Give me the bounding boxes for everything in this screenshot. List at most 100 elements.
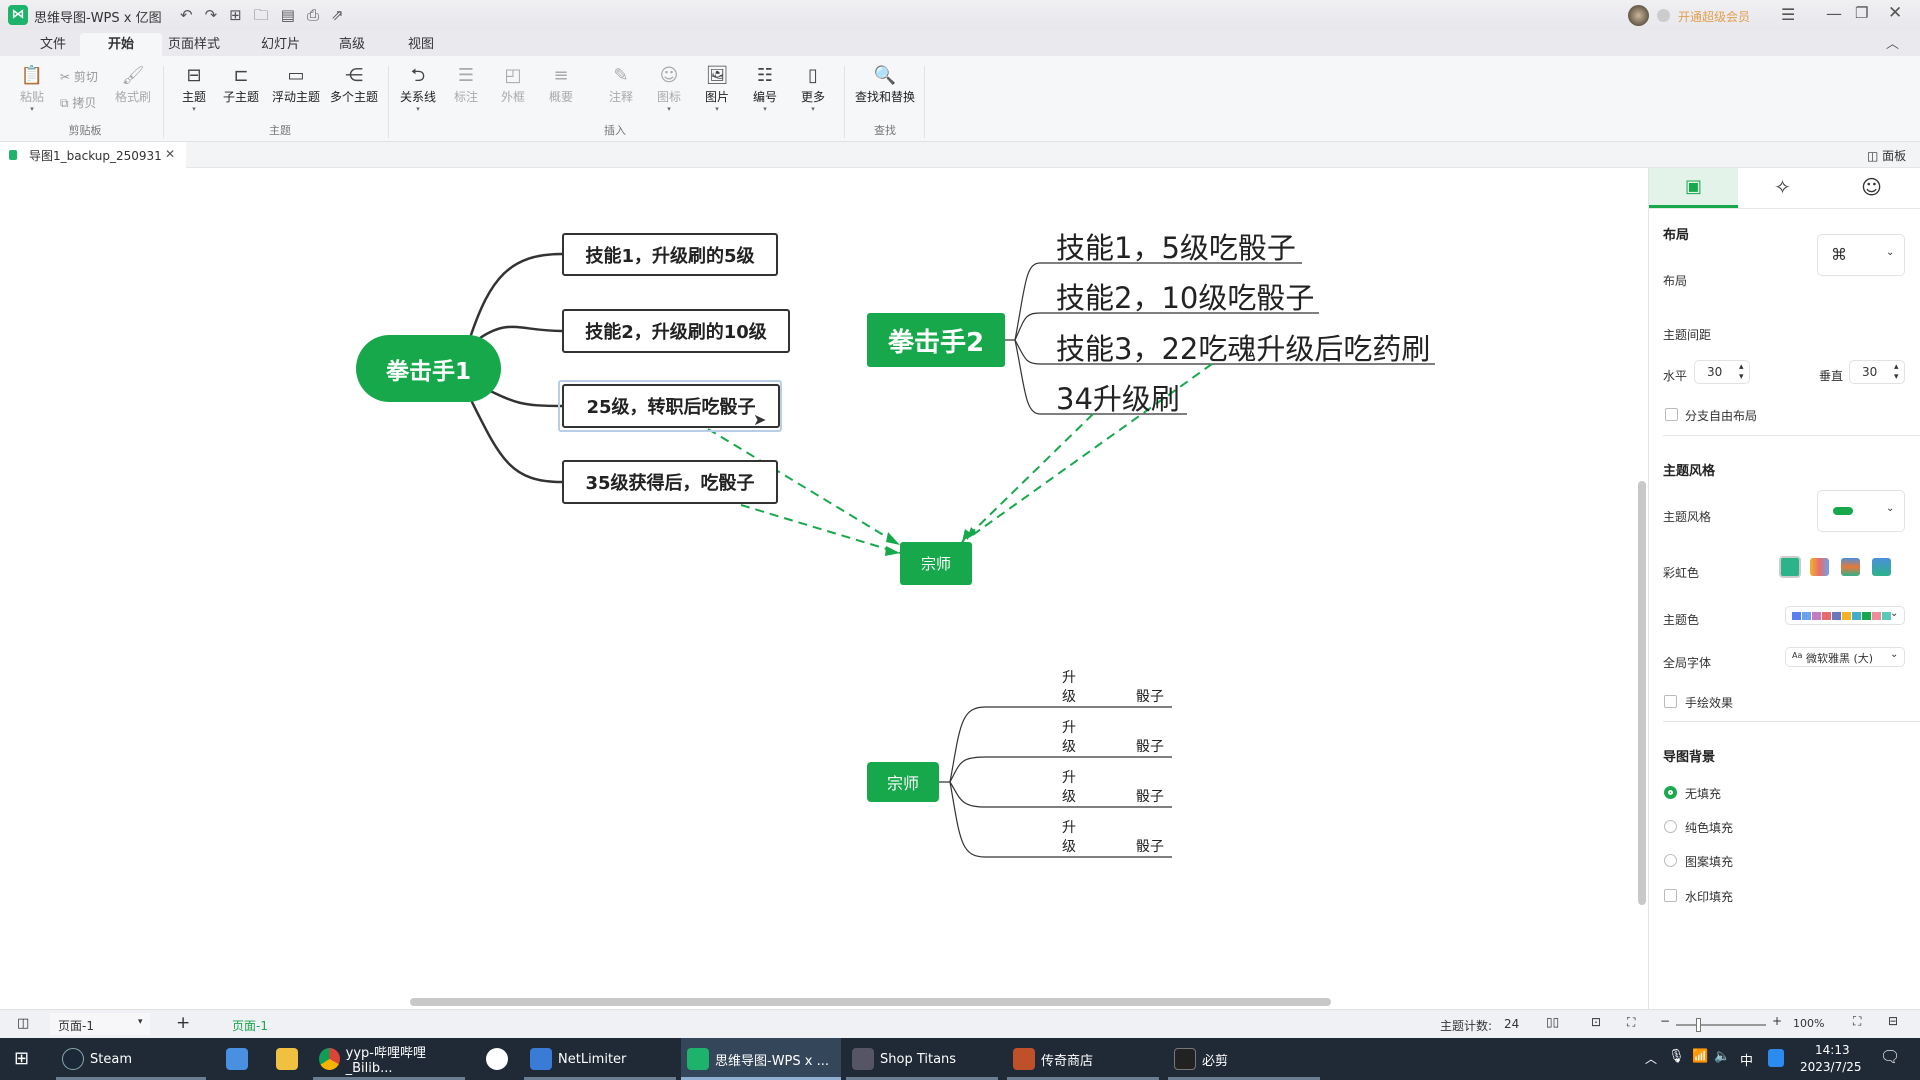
tab-file[interactable]: 文件	[26, 33, 80, 56]
avatar[interactable]	[1628, 5, 1649, 26]
tab-page-style[interactable]: 页面样式	[154, 33, 234, 56]
callout-button[interactable]: ☰ 标注	[443, 64, 489, 105]
microphone-icon[interactable]: 🎙	[1668, 1049, 1685, 1064]
leaf-char[interactable]: 级	[1062, 736, 1076, 756]
ime-indicator[interactable]: 中	[1740, 1050, 1753, 1069]
panel-layout-icon[interactable]: ⊟	[1888, 1014, 1898, 1028]
rainbow-option-1[interactable]	[1779, 556, 1801, 578]
book-icon[interactable]: ▯▯	[1546, 1015, 1559, 1029]
fit-width-icon[interactable]: ⛶	[1627, 1015, 1635, 1030]
new-icon[interactable]: ⊞	[229, 6, 254, 24]
clock-date[interactable]: 2023/7/25	[1800, 1060, 1862, 1074]
taskbar-bijian[interactable]: 必剪	[1168, 1038, 1320, 1080]
rainbow-option-3[interactable]	[1841, 558, 1860, 576]
leaf-char[interactable]: 升	[1062, 767, 1076, 787]
note-button[interactable]: ✎ 注释	[598, 64, 644, 105]
leaf-text[interactable]: 骰子	[1136, 836, 1164, 856]
zoom-out-icon[interactable]: −	[1660, 1014, 1670, 1028]
topic-boxer2[interactable]: 拳击手2	[867, 313, 1005, 367]
topic-button[interactable]: ⊟ 主题 ▾	[171, 64, 217, 113]
taskbar-netlimiter[interactable]: NetLimiter	[524, 1038, 676, 1080]
save-icon[interactable]: ▤	[281, 6, 307, 24]
tray-chevron-icon[interactable]: ︿	[1645, 1050, 1657, 1067]
summary-button[interactable]: ≡ 概要	[538, 64, 584, 105]
floating-topic-button[interactable]: ▭ 浮动主题	[268, 64, 324, 105]
page-tab[interactable]: 页面-1	[232, 1017, 268, 1034]
leaf-char[interactable]: 升	[1062, 817, 1076, 837]
export-icon[interactable]: ⇗	[331, 6, 356, 24]
topic-boxer1[interactable]: 拳击手1	[356, 335, 501, 402]
taskbar-explorer[interactable]	[270, 1038, 310, 1080]
subtopic-node-selected[interactable]: 25级，转职后吃骰子	[562, 384, 780, 428]
font-dropdown[interactable]: Aa 微软雅黑 (大) ⌄	[1785, 647, 1905, 667]
panel-toggle-button[interactable]: ◫ 面板	[1867, 147, 1906, 164]
fit-page-icon[interactable]: ⊡	[1591, 1015, 1601, 1029]
rainbow-option-2[interactable]	[1810, 558, 1829, 576]
bg-pattern-radio[interactable]	[1664, 854, 1677, 867]
leaf-text[interactable]: 骰子	[1136, 786, 1164, 806]
minimize-icon[interactable]: —	[1826, 4, 1842, 23]
zoom-slider-handle[interactable]	[1696, 1018, 1701, 1032]
taskbar-steam[interactable]: Steam	[56, 1038, 206, 1080]
boundary-button[interactable]: ◰ 外框	[490, 64, 536, 105]
tab-view[interactable]: 视图	[394, 33, 448, 56]
vertical-scrollbar[interactable]	[1638, 481, 1646, 905]
document-tab[interactable]: 导图1_backup_250931 ✕	[0, 142, 186, 168]
close-tab-icon[interactable]: ✕	[165, 147, 175, 161]
add-page-icon[interactable]: +	[176, 1013, 190, 1033]
copy-button[interactable]: ⧉ 拷贝	[60, 94, 96, 111]
image-button[interactable]: 🖼 图片 ▾	[694, 64, 740, 113]
subtopic-text[interactable]: 技能3，22吃魂升级后吃药刷	[1056, 326, 1430, 368]
panel-tab-icons[interactable]: ☺	[1827, 168, 1916, 208]
taskbar-legend-shop[interactable]: 传奇商店	[1007, 1038, 1159, 1080]
panel-tab-ai[interactable]: ✧	[1738, 168, 1827, 208]
more-button[interactable]: ▯ 更多 ▾	[790, 64, 836, 113]
subtopic-button[interactable]: ⊏ 子主题	[218, 64, 264, 105]
fullscreen-icon[interactable]: ⛶	[1853, 1014, 1861, 1029]
print-icon[interactable]: ⎙	[307, 6, 331, 24]
relation-line-button[interactable]: ⮌ 关系线 ▾	[395, 64, 441, 113]
cut-button[interactable]: ✂ 剪切	[60, 68, 98, 85]
collapse-ribbon-icon[interactable]: ︿	[1886, 33, 1899, 52]
bg-solid-radio[interactable]	[1664, 820, 1677, 833]
zoom-slider[interactable]	[1676, 1018, 1766, 1032]
multiple-topics-button[interactable]: ⋲ 多个主题	[326, 64, 382, 105]
leaf-char[interactable]: 级	[1062, 786, 1076, 806]
redo-icon[interactable]: ↷	[205, 6, 230, 24]
horizontal-scrollbar[interactable]	[410, 998, 1331, 1006]
leaf-char[interactable]: 级	[1062, 836, 1076, 856]
paste-button[interactable]: 📋 粘贴 ▾	[9, 64, 55, 113]
page-select[interactable]: 页面-1 ▾	[50, 1013, 150, 1035]
network-icon[interactable]: 📶	[1692, 1049, 1708, 1064]
qq-tray-icon[interactable]	[1768, 1049, 1784, 1067]
horizontal-spacing-input[interactable]: 30 ▴ ▾	[1694, 360, 1750, 384]
bg-watermark-checkbox[interactable]	[1664, 889, 1677, 902]
windows-start-icon[interactable]: ⊞	[14, 1048, 29, 1069]
mindmap-canvas[interactable]: 拳击手1 技能1，升级刷的5级 技能2，升级刷的10级 25级，转职后吃骰子 3…	[0, 168, 1646, 1009]
zoom-in-icon[interactable]: +	[1772, 1014, 1782, 1028]
panel-tab-style[interactable]: ▣	[1649, 168, 1738, 208]
subtopic-text[interactable]: 34升级刷	[1056, 376, 1180, 418]
free-layout-checkbox[interactable]	[1665, 408, 1678, 421]
bg-none-radio[interactable]	[1664, 786, 1677, 799]
hand-drawn-checkbox[interactable]	[1664, 695, 1677, 708]
numbering-button[interactable]: ☷ 编号 ▾	[742, 64, 788, 113]
clock-time[interactable]: 14:13	[1815, 1043, 1850, 1057]
rainbow-option-4[interactable]	[1872, 558, 1891, 576]
volume-icon[interactable]: 🔈	[1714, 1049, 1730, 1064]
taskbar-shop-titans[interactable]: Shop Titans	[846, 1038, 998, 1080]
taskbar-app[interactable]	[220, 1038, 260, 1080]
page-list-icon[interactable]: ◫	[17, 1016, 29, 1031]
stepper-icon[interactable]: ▴ ▾	[1894, 362, 1899, 382]
topic-master[interactable]: 宗师	[867, 762, 939, 802]
find-replace-button[interactable]: 🔍 查找和替换	[852, 64, 918, 105]
menu-icon[interactable]: ☰	[1781, 5, 1795, 24]
undo-icon[interactable]: ↶	[180, 6, 205, 24]
topic-master-small[interactable]: 宗师	[900, 542, 972, 585]
leaf-text[interactable]: 骰子	[1136, 736, 1164, 756]
tab-slides[interactable]: 幻灯片	[247, 33, 314, 56]
vertical-spacing-input[interactable]: 30 ▴ ▾	[1849, 360, 1905, 384]
subtopic-node[interactable]: 技能1，升级刷的5级	[562, 233, 778, 276]
subtopic-node[interactable]: 35级获得后，吃骰子	[562, 460, 778, 504]
close-icon[interactable]: ✕	[1888, 3, 1902, 23]
